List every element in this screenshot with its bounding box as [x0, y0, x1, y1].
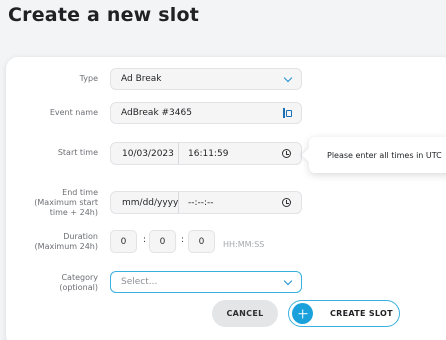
end-time-label-line1: End time — [62, 188, 98, 197]
start-date-value[interactable]: 10/03/2023 — [122, 149, 180, 159]
plus-icon[interactable] — [292, 303, 313, 324]
type-select[interactable]: Ad Break — [110, 68, 302, 90]
page-title: Create a new slot — [8, 4, 199, 26]
duration-seconds-input[interactable]: 0 — [188, 230, 215, 253]
duration-label-line2: (Maximum 24h) — [34, 242, 98, 251]
duration-separator: : — [181, 235, 185, 245]
end-date-placeholder[interactable]: mm/dd/yyyy — [122, 198, 180, 208]
tooltip-text: Please enter all times in UTC — [327, 150, 442, 160]
duration-minutes-input[interactable]: 0 — [149, 230, 176, 253]
type-value: Ad Break — [121, 74, 162, 84]
start-time-label: Start time — [57, 148, 98, 157]
end-time-label-line2: (Maximum start — [34, 198, 98, 207]
clock-icon[interactable] — [282, 149, 291, 158]
start-time-input[interactable]: 10/03/2023 16:11:59 — [110, 142, 302, 165]
category-select[interactable]: Select... — [110, 271, 302, 293]
event-name-input[interactable]: AdBreak #3465 — [110, 102, 302, 124]
duration-label: Duration (Maximum 24h) — [35, 232, 98, 252]
category-placeholder: Select... — [121, 277, 158, 287]
duration-label-line1: Duration — [63, 232, 98, 241]
end-time-label-line3: time + 24h) — [49, 208, 98, 217]
card-icon[interactable] — [283, 108, 292, 118]
chevron-down-icon — [283, 73, 293, 82]
category-label-line2: (optional) — [59, 283, 98, 292]
start-time-value[interactable]: 16:11:59 — [180, 149, 282, 159]
create-slot-label: CREATE SLOT — [330, 309, 393, 318]
event-name-value: AdBreak #3465 — [121, 108, 192, 118]
duration-hours-input[interactable]: 0 — [110, 230, 137, 253]
utc-tooltip: Please enter all times in UTC — [309, 137, 446, 173]
end-date-time-divider — [178, 192, 179, 213]
end-time-placeholder[interactable]: --:--:-- — [180, 198, 282, 208]
cancel-button[interactable]: CANCEL — [212, 300, 278, 327]
type-label: Type — [79, 74, 98, 83]
category-label-line1: Category — [61, 273, 98, 282]
end-time-input[interactable]: mm/dd/yyyy --:--:-- — [110, 191, 302, 214]
category-label: Category (optional) — [59, 273, 98, 293]
end-time-label: End time (Maximum start time + 24h) — [34, 188, 98, 218]
event-name-label: Event name — [49, 108, 98, 117]
clock-icon[interactable] — [282, 198, 291, 207]
chevron-down-icon — [283, 276, 293, 285]
date-time-divider — [178, 143, 179, 164]
duration-format-hint: HH:MM:SS — [223, 240, 265, 249]
duration-separator: : — [143, 235, 147, 245]
